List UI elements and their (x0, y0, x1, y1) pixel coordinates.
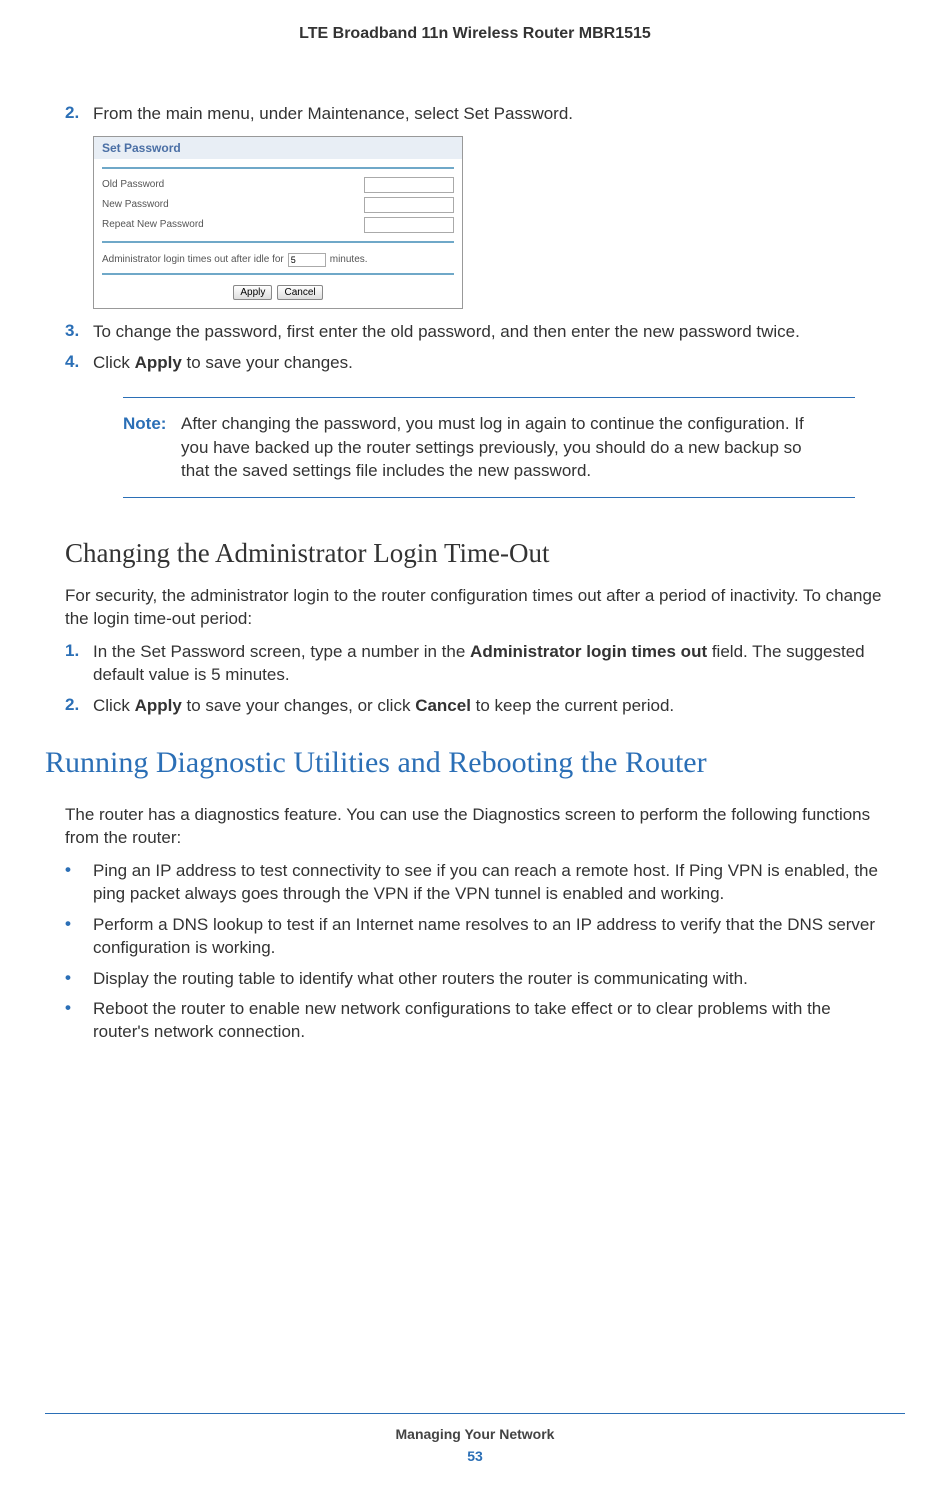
step-4-num: 4. (65, 352, 93, 375)
diag-bullet-1: • Ping an IP address to test connectivit… (65, 860, 885, 906)
section-diag-intro: The router has a diagnostics feature. Yo… (65, 804, 885, 850)
ss-title: Set Password (94, 137, 462, 159)
diag-bullet-2: • Perform a DNS lookup to test if an Int… (65, 914, 885, 960)
step-2: 2. From the main menu, under Maintenance… (65, 103, 885, 126)
page-footer: Managing Your Network 53 (0, 1413, 950, 1464)
footer-page-number: 53 (0, 1448, 950, 1464)
step-3: 3. To change the password, first enter t… (65, 321, 885, 344)
bullet-icon: • (65, 860, 93, 906)
ss-old-row: Old Password (102, 175, 454, 195)
ss-new-input (364, 197, 454, 213)
ss-old-label: Old Password (102, 179, 164, 190)
footer-chapter: Managing Your Network (0, 1426, 950, 1442)
ss-timeout-label-b: minutes. (330, 254, 368, 265)
timeout-s1-text: In the Set Password screen, type a numbe… (93, 641, 885, 687)
ss-new-row: New Password (102, 195, 454, 215)
ss-old-input (364, 177, 454, 193)
diag-b3-text: Display the routing table to identify wh… (93, 968, 885, 991)
ss-repeat-row: Repeat New Password (102, 215, 454, 235)
set-password-screenshot: Set Password Old Password New Password R… (93, 136, 463, 309)
step-4: 4. Click Apply to save your changes. (65, 352, 885, 375)
ss-timeout-input (288, 253, 326, 267)
note-label: Note: (123, 412, 181, 483)
timeout-s1-num: 1. (65, 641, 93, 687)
section-diag-heading: Running Diagnostic Utilities and Rebooti… (45, 746, 885, 780)
ss-new-label: New Password (102, 199, 169, 210)
step-3-text: To change the password, first enter the … (93, 321, 885, 344)
step-3-num: 3. (65, 321, 93, 344)
step-2-text: From the main menu, under Maintenance, s… (93, 103, 885, 126)
step-4-text: Click Apply to save your changes. (93, 352, 885, 375)
diag-bullet-4: • Reboot the router to enable new networ… (65, 998, 885, 1044)
step-2-num: 2. (65, 103, 93, 126)
diag-b2-text: Perform a DNS lookup to test if an Inter… (93, 914, 885, 960)
timeout-s2-text: Click Apply to save your changes, or cli… (93, 695, 885, 718)
diag-b4-text: Reboot the router to enable new network … (93, 998, 885, 1044)
bullet-icon: • (65, 968, 93, 991)
ss-repeat-input (364, 217, 454, 233)
ss-timeout-label-a: Administrator login times out after idle… (102, 254, 284, 265)
diag-b1-text: Ping an IP address to test connectivity … (93, 860, 885, 906)
page-header: LTE Broadband 11n Wireless Router MBR151… (45, 25, 905, 43)
timeout-step-1: 1. In the Set Password screen, type a nu… (65, 641, 885, 687)
note-block: Note: After changing the password, you m… (123, 397, 855, 498)
section-timeout-intro: For security, the administrator login to… (65, 585, 885, 631)
timeout-step-2: 2. Click Apply to save your changes, or … (65, 695, 885, 718)
section-timeout-heading: Changing the Administrator Login Time-Ou… (65, 538, 885, 569)
ss-cancel-button: Cancel (277, 285, 322, 300)
ss-timeout-row: Administrator login times out after idle… (102, 249, 454, 271)
ss-repeat-label: Repeat New Password (102, 219, 204, 230)
diag-bullet-3: • Display the routing table to identify … (65, 968, 885, 991)
note-text: After changing the password, you must lo… (181, 412, 855, 483)
timeout-s2-num: 2. (65, 695, 93, 718)
ss-apply-button: Apply (233, 285, 272, 300)
bullet-icon: • (65, 998, 93, 1044)
bullet-icon: • (65, 914, 93, 960)
